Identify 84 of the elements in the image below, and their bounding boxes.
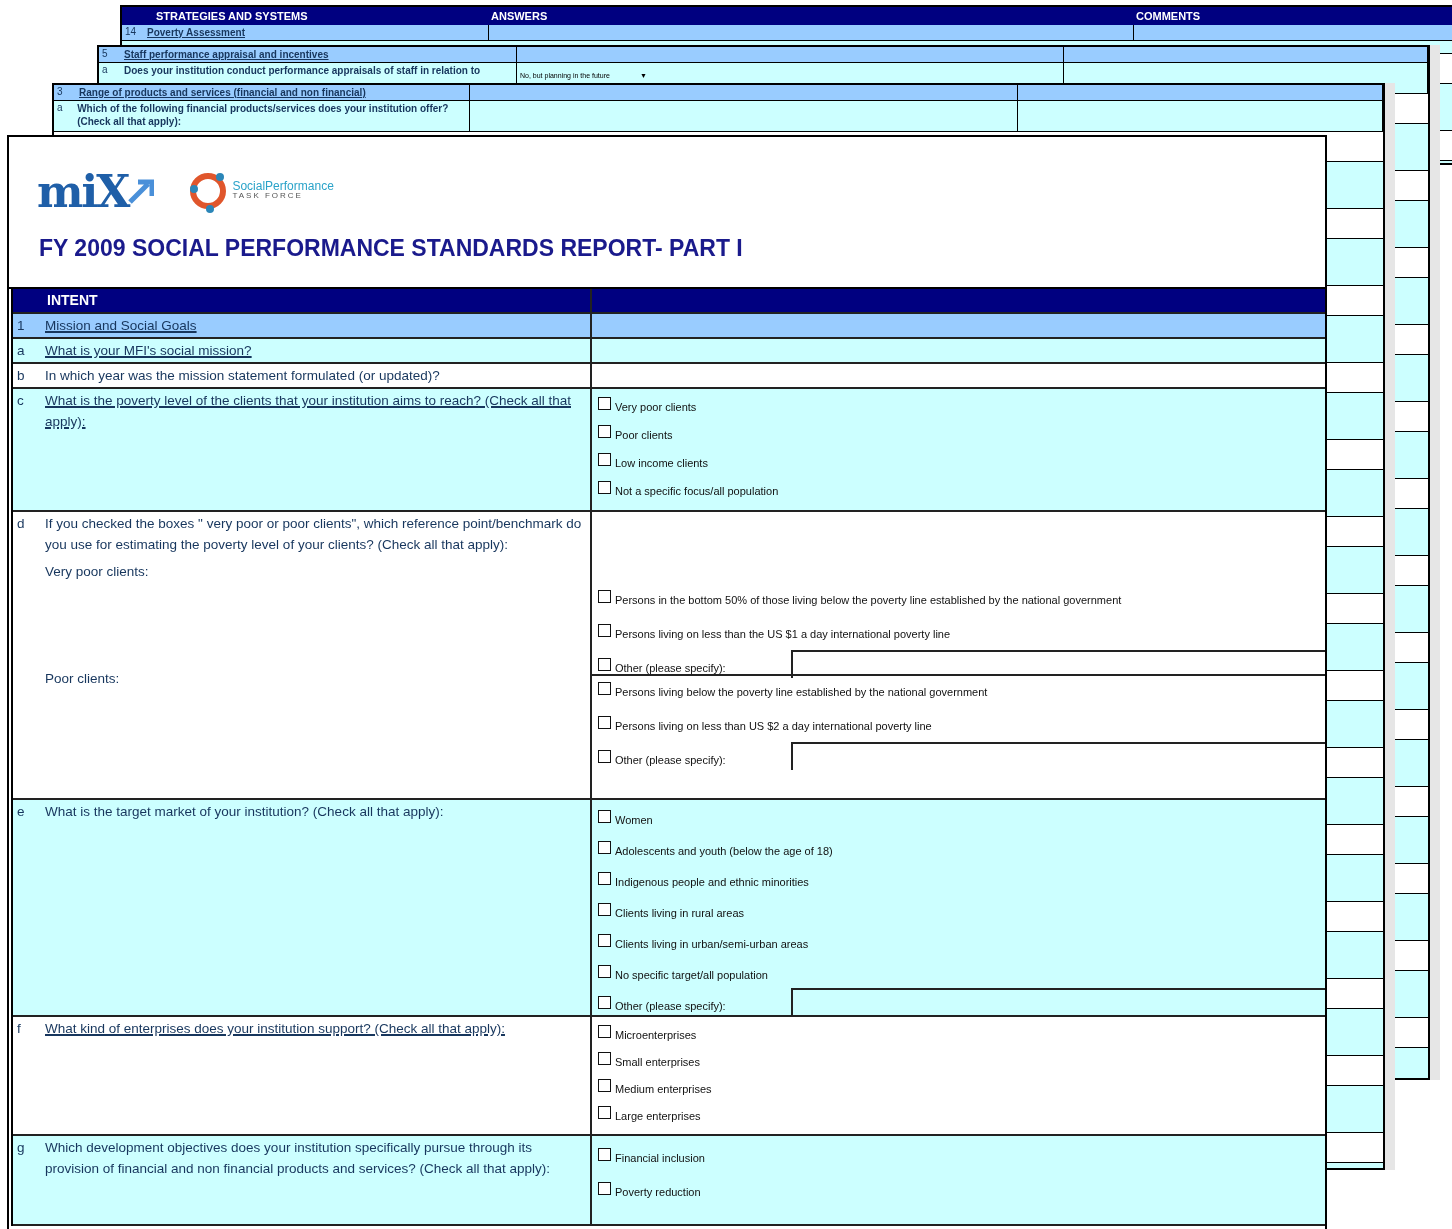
group-label: Poor clients: [45,670,121,688]
option-label: Persons in the bottom 50% of those living below the poverty line established by the national government [615,594,1122,606]
task-force-logo: SocialPerformance TASK FORCE [186,169,334,213]
row-number: 14 [125,26,135,37]
section-link[interactable]: Poverty Assessment [147,26,245,39]
option-label: Low income clients [615,457,708,469]
question-text: Which development objectives does your institution specifically pursue through its provision of financial and non financial products and services? (Check all that apply): [45,1139,552,1178]
column-header: ANSWERS [490,10,549,22]
question-text: Which of the following financial products/services does your institution offer? (Check all that apply): [77,102,450,128]
checkbox[interactable] [598,425,611,438]
table-header: INTENT [46,291,98,310]
row-number: 1 [17,317,26,335]
arrow-icon [128,178,155,204]
checkbox[interactable] [598,397,611,410]
group-label: Very poor clients: [45,563,150,581]
row-letter: b [17,367,26,385]
option-label: No specific target/all population [615,969,768,981]
section-link[interactable]: Range of products and services (financial and non financial) [79,86,366,99]
option-label: Large enterprises [615,1110,701,1122]
column-header: STRATEGIES AND SYSTEMS [155,10,309,22]
option-label: Other (please specify): [615,754,727,766]
option-label: Poverty reduction [615,1186,701,1198]
option-label: Small enterprises [615,1056,700,1068]
checkbox[interactable] [598,810,611,823]
checkbox[interactable] [598,1025,611,1038]
row-letter: g [17,1139,26,1157]
option-label: Other (please specify): [615,1000,727,1012]
column-header: COMMENTS [1135,10,1202,22]
checkbox[interactable] [598,453,611,466]
mix-logo: miX [37,165,155,217]
checkbox[interactable] [598,872,611,885]
option-label: Microenterprises [615,1029,697,1041]
row-letter: e [17,803,26,821]
checkbox[interactable] [598,965,611,978]
option-label: Persons living on less than US $2 a day international poverty line [615,720,932,732]
input-field[interactable] [791,650,1325,678]
row-letter: a [17,342,26,360]
checkbox[interactable] [598,934,611,947]
row-number: a [102,64,109,75]
question-link[interactable]: What is the poverty level of the clients that your institution aims to reach? (Check all that apply): [45,390,586,432]
question-text: Does your institution conduct performance appraisals of staff in relation to [124,64,481,77]
option-label: Clients living in urban/semi-urban areas [615,938,809,950]
row-letter: c [17,392,25,410]
checkbox[interactable] [598,1052,611,1065]
option-label: Indigenous people and ethnic minorities [615,876,809,888]
report-title: FY 2009 SOCIAL PERFORMANCE STANDARDS REPORT- PART I [39,235,744,262]
option-label: Persons living on less than the US $1 a day international poverty line [615,628,951,640]
question-text: In which year was the mission statement formulated (or updated)? [45,367,440,385]
row-letter: f [17,1020,22,1038]
checkbox[interactable] [598,716,611,729]
checkbox[interactable] [598,996,611,1009]
option-label: Persons living below the poverty line established by the national government [615,686,988,698]
checkbox[interactable] [598,481,611,494]
option-label: Clients living in rural areas [615,907,744,919]
section-link[interactable]: Staff performance appraisal and incentives [124,48,329,61]
option-label: Poor clients [615,429,673,441]
option-label: Women [615,814,653,826]
option-label: Very poor clients [615,401,697,413]
question-text: What is the target market of your institution? (Check all that apply): [45,803,444,821]
row-number: a [57,102,64,113]
checkbox[interactable] [598,658,611,671]
checkbox[interactable] [598,682,611,695]
question-link[interactable]: What is your MFI's social mission? [45,340,252,361]
option-label: Medium enterprises [615,1083,712,1095]
checkbox[interactable] [598,903,611,916]
checkbox[interactable] [598,841,611,854]
input-field[interactable] [791,742,1325,770]
checkbox[interactable] [598,750,611,763]
checkbox[interactable] [598,590,611,603]
option-label: Adolescents and youth (below the age of 18) [615,845,833,857]
option-label: Not a specific focus/all population [615,485,779,497]
checkbox[interactable] [598,1148,611,1161]
checkbox[interactable] [598,1106,611,1119]
checkbox[interactable] [598,624,611,637]
section-link[interactable]: Mission and Social Goals [45,315,197,336]
option-label: Financial inclusion [615,1152,705,1164]
question-text: If you checked the boxes " very poor or poor clients", which reference point/benchmark do you use for estimating the poverty level of your clients? (Check all that apply): [45,515,583,554]
checkbox[interactable] [598,1079,611,1092]
checkbox[interactable] [598,1182,611,1195]
option-label: Other (please specify): [615,662,727,674]
row-number: 3 [57,86,64,97]
row-number: 5 [102,48,109,59]
question-link[interactable]: What kind of enterprises does your institution support? (Check all that apply): [45,1018,505,1039]
row-letter: d [17,515,26,533]
